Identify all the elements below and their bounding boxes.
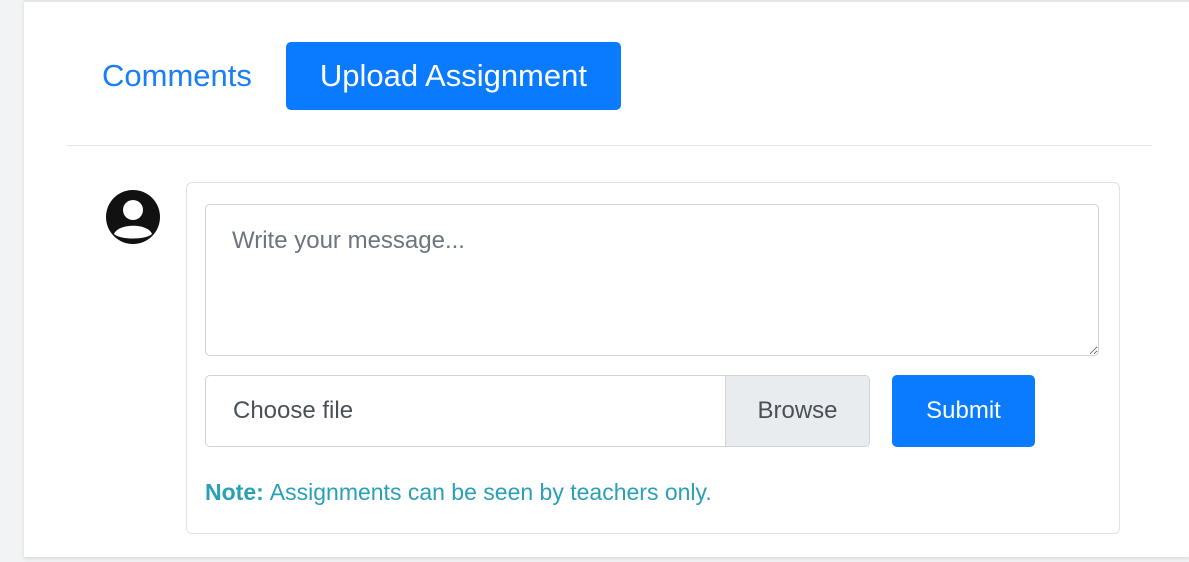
- tab-divider: [67, 145, 1152, 146]
- assignment-card: Comments Upload Assignment Choose file B…: [24, 0, 1189, 557]
- note-prefix: Note:: [205, 479, 264, 505]
- message-textarea[interactable]: [205, 204, 1099, 356]
- user-circle-icon: [104, 188, 162, 246]
- upload-form: Choose file Browse Submit Note:Assignmen…: [186, 182, 1120, 534]
- browse-button[interactable]: Browse: [725, 376, 869, 446]
- file-input-label: Choose file: [233, 397, 354, 424]
- tab-upload-assignment[interactable]: Upload Assignment: [285, 42, 621, 110]
- note-message: Assignments can be seen by teachers only…: [269, 479, 712, 505]
- file-input[interactable]: Choose file Browse: [205, 375, 870, 447]
- tab-comments[interactable]: Comments: [68, 48, 286, 104]
- note-text: Note: Assignments can be seen by teachers…: [205, 479, 712, 506]
- submit-button[interactable]: Submit: [892, 375, 1035, 447]
- tab-bar: Comments Upload Assignment: [68, 42, 621, 110]
